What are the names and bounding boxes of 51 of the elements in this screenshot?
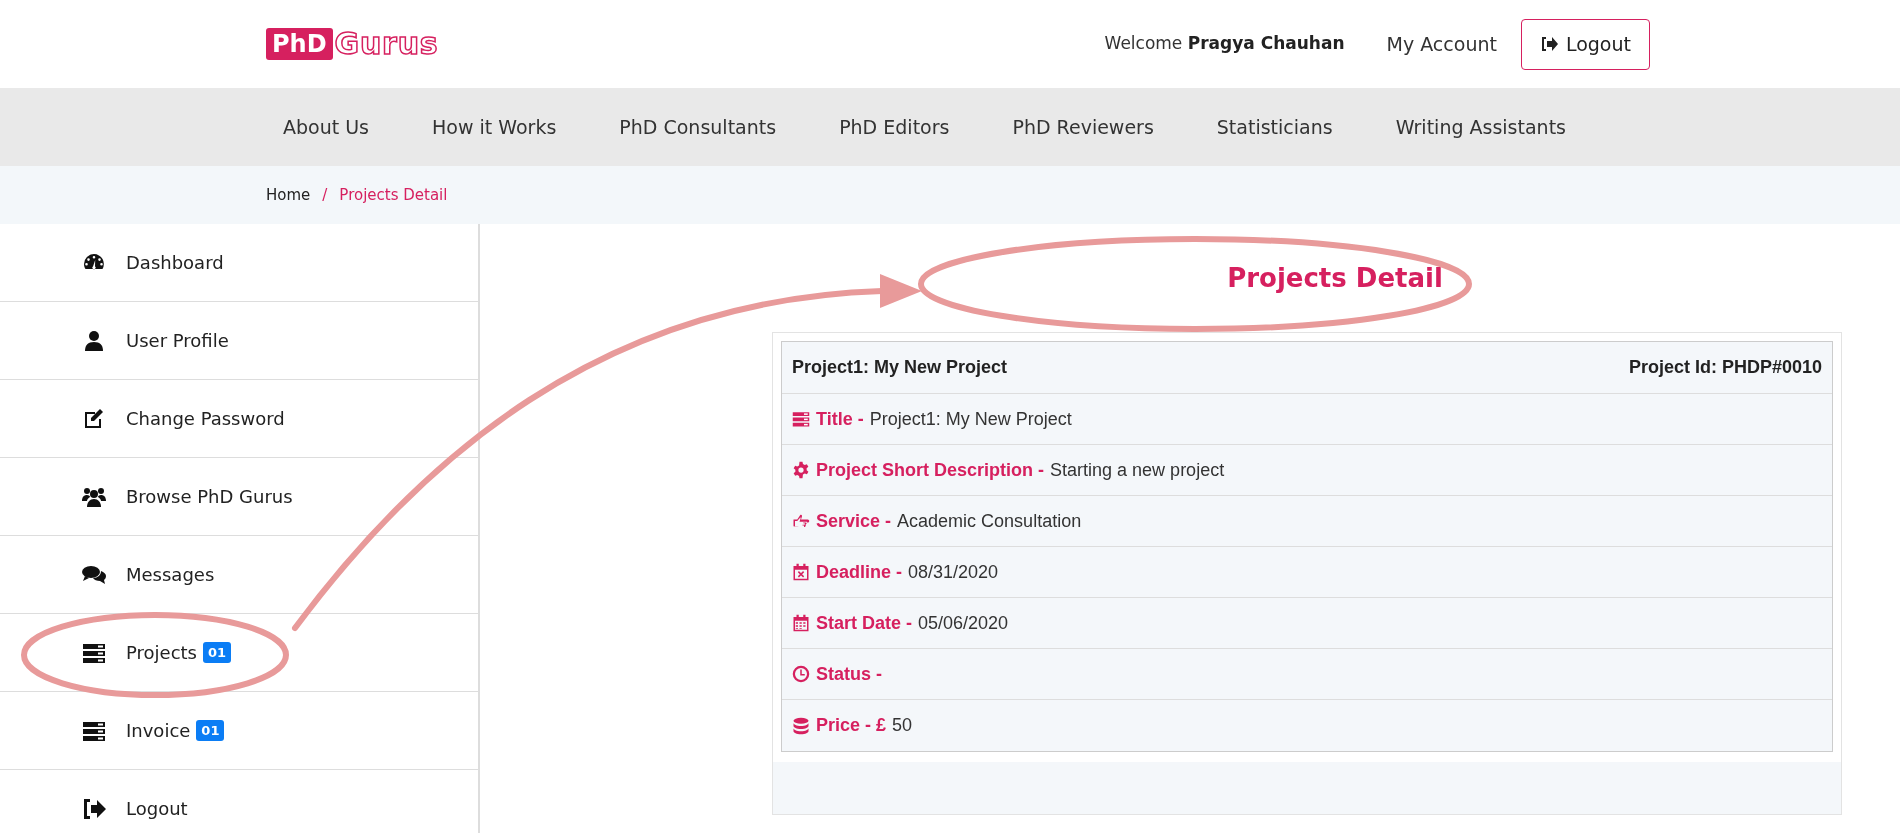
field-label: Project Short Description - bbox=[816, 458, 1045, 482]
field-label: Service - bbox=[816, 509, 892, 533]
sidebar-item[interactable]: Change Password bbox=[0, 380, 478, 458]
list-icon bbox=[792, 410, 810, 428]
field-value: 05/06/2020 bbox=[918, 611, 1009, 635]
user-icon bbox=[82, 328, 106, 353]
coins-icon bbox=[792, 716, 810, 735]
sidebar-item[interactable]: Projects 01 bbox=[0, 614, 478, 692]
logo-mark: PhD bbox=[266, 28, 333, 60]
field-label: Title - bbox=[816, 407, 864, 431]
field-label: Deadline - bbox=[816, 560, 903, 584]
field-value: Academic Consultation bbox=[897, 509, 1082, 533]
project-name: Project1: My New Project bbox=[792, 356, 1008, 379]
calendar-icon bbox=[792, 563, 810, 581]
page-title: Projects Detail bbox=[1227, 262, 1443, 295]
gear-icon bbox=[792, 461, 810, 479]
field-value: Starting a new project bbox=[1050, 458, 1225, 482]
edit-icon bbox=[82, 406, 106, 431]
logo-name: Gurus bbox=[334, 29, 439, 59]
field-label: Start Date - bbox=[816, 611, 913, 635]
sidebar-item[interactable]: User Profile bbox=[0, 302, 478, 380]
sidebar-item[interactable]: Logout bbox=[0, 770, 478, 833]
sidebar-item[interactable]: Invoice 01 bbox=[0, 692, 478, 770]
count-badge: 01 bbox=[196, 719, 225, 742]
breadcrumb-separator: / bbox=[322, 184, 328, 206]
nav-link[interactable]: How it Works bbox=[432, 112, 557, 142]
clock-icon bbox=[792, 665, 810, 683]
nav-link[interactable]: Writing Assistants bbox=[1395, 112, 1566, 142]
nav-link[interactable]: Statisticians bbox=[1216, 112, 1333, 142]
logout-icon bbox=[1539, 36, 1558, 52]
nav-link[interactable]: PhD Reviewers bbox=[1012, 112, 1154, 142]
field-value: 08/31/2020 bbox=[908, 560, 999, 584]
welcome-text: Welcome Pragya Chauhan bbox=[1104, 32, 1345, 56]
sidebar-item[interactable]: Messages bbox=[0, 536, 478, 614]
nav-link[interactable]: PhD Consultants bbox=[619, 112, 777, 142]
sidebar-item[interactable]: Dashboard bbox=[0, 224, 478, 302]
sidebar-item[interactable]: Browse PhD Gurus bbox=[0, 458, 478, 536]
logout-button[interactable]: Logout bbox=[1520, 18, 1650, 70]
breadcrumb-current: Projects Detail bbox=[339, 184, 448, 206]
project-id: Project Id: PHDP#0010 bbox=[1628, 356, 1822, 379]
field-value: 50 bbox=[892, 714, 913, 737]
my-account-link[interactable]: My Account bbox=[1386, 29, 1497, 59]
field-label: Status - bbox=[816, 662, 882, 686]
field-label: Price - £ bbox=[816, 714, 887, 737]
calendar-icon bbox=[792, 614, 810, 632]
field-value: Project1: My New Project bbox=[869, 407, 1072, 431]
nav-link[interactable]: PhD Editors bbox=[839, 112, 950, 142]
breadcrumb-link[interactable]: Home bbox=[266, 183, 311, 207]
count-badge: 01 bbox=[202, 641, 232, 664]
nav-link[interactable]: About Us bbox=[283, 112, 370, 142]
logout-icon bbox=[82, 796, 106, 821]
